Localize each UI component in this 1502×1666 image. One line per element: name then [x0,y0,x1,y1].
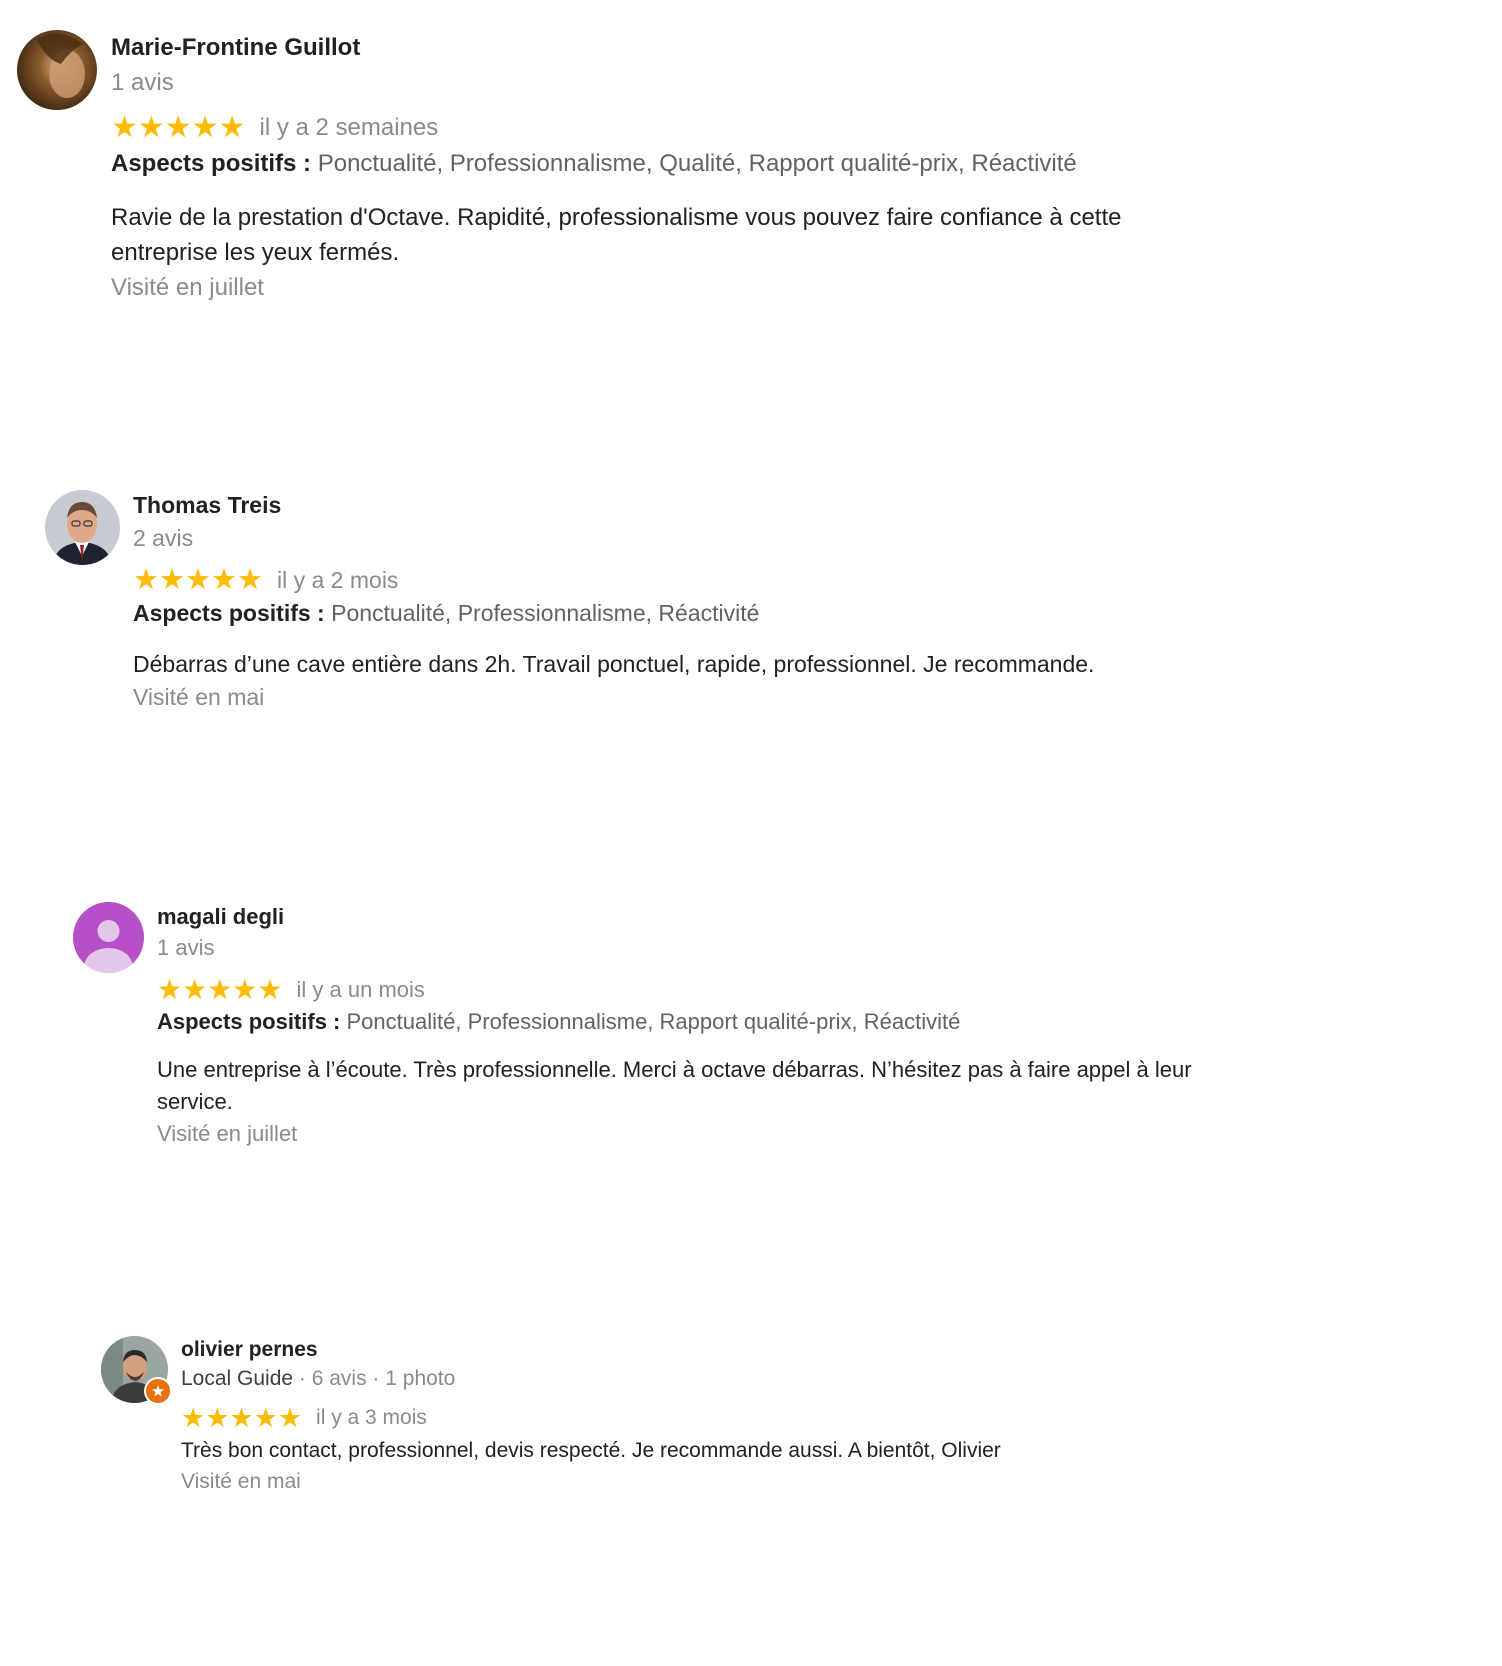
local-guide-badge-icon [144,1377,172,1405]
visit-date: Visité en mai [133,684,265,710]
review-text: Ravie de la prestation d'Octave. Rapidit… [111,204,1122,266]
review-card: magali degli 1 avis ★★★★★ il y a un mois… [73,902,1217,1150]
reviewer-review-count: 2 avis [133,525,194,551]
reviewer-review-count: 1 avis [111,69,174,96]
positive-aspects-label: Aspects positifs : [111,150,312,177]
reviewer-review-count: · 6 avis · 1 photo [293,1367,456,1390]
positive-aspects: Aspects positifs : Ponctualité, Professi… [111,148,1211,180]
visit-date: Visité en mai [181,1470,301,1493]
rating-row: ★★★★★ il y a 2 mois [133,565,1233,595]
star-rating: ★★★★★ [157,974,283,1005]
positive-aspects-values: Ponctualité, Professionnalisme, Rapport … [346,1009,961,1034]
reviewer-avatar[interactable] [45,490,120,565]
positive-aspects-values: Ponctualité, Professionnalisme, Qualité,… [317,150,1077,177]
reviewer-avatar[interactable] [73,902,144,973]
reviewer-name[interactable]: Marie-Frontine Guillot [111,32,1211,64]
positive-aspects: Aspects positifs : Ponctualité, Professi… [157,1007,1217,1037]
star-badge-icon [152,1385,164,1397]
star-rating: ★★★★★ [133,563,263,596]
reviewer-photo [45,490,120,565]
visit-date: Visité en juillet [111,274,264,301]
rating-row: ★★★★★ il y a 2 semaines [111,113,1211,143]
review-card: olivier pernes Local Guide · 6 avis · 1 … [101,1336,1241,1498]
positive-aspects-label: Aspects positifs : [133,600,325,626]
star-rating: ★★★★★ [181,1402,303,1433]
visit-date: Visité en juillet [157,1121,298,1146]
review-text: Une entreprise à l’écoute. Très professi… [157,1057,1192,1114]
star-rating: ★★★★★ [111,111,246,144]
reviewer-name[interactable]: Thomas Treis [133,490,1233,520]
review-text: Très bon contact, professionnel, devis r… [181,1439,1001,1462]
local-guide-label: Local Guide [181,1367,294,1390]
reviewer-meta: Local Guide · 6 avis · 1 photo [181,1365,1241,1393]
review-card: Marie-Frontine Guillot 1 avis ★★★★★ il y… [17,30,1211,304]
review-card: Thomas Treis 2 avis ★★★★★ il y a 2 mois … [45,490,1233,713]
reviewer-review-count: 1 avis [157,935,215,960]
review-text: Débarras d’une cave entière dans 2h. Tra… [133,651,1095,677]
rating-row: ★★★★★ il y a 3 mois [181,1403,1241,1433]
reviewer-name[interactable]: olivier pernes [181,1336,1241,1364]
review-time: il y a un mois [296,977,425,1002]
review-time: il y a 2 semaines [259,114,439,141]
positive-aspects-label: Aspects positifs : [157,1009,341,1034]
reviewer-name[interactable]: magali degli [157,902,1217,932]
reviewer-avatar[interactable] [101,1336,172,1405]
reviewer-photo [17,30,97,110]
rating-row: ★★★★★ il y a un mois [157,975,1217,1005]
reviewer-avatar[interactable] [17,30,97,110]
person-placeholder-icon [73,902,144,973]
review-time: il y a 2 mois [277,566,399,593]
review-time: il y a 3 mois [316,1406,427,1429]
positive-aspects-values: Ponctualité, Professionnalisme, Réactivi… [331,600,760,626]
positive-aspects: Aspects positifs : Ponctualité, Professi… [133,598,1233,628]
